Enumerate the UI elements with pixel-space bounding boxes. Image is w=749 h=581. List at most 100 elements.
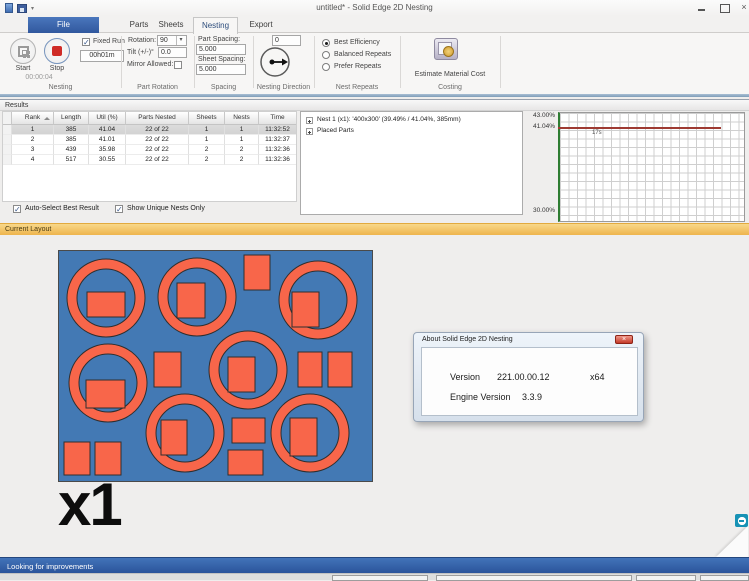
run-duration-field[interactable]: 00h01m <box>80 50 124 62</box>
cell-rank: 3 <box>12 145 54 155</box>
tab-nesting[interactable]: Nesting <box>193 17 238 34</box>
group-separator <box>253 36 254 88</box>
cell-rank: 4 <box>12 155 54 165</box>
cell-nests: 1 <box>225 135 259 145</box>
radio-prefer-repeats[interactable] <box>322 63 330 71</box>
start-button[interactable] <box>10 38 36 64</box>
cell-parts-nested: 22 of 22 <box>126 125 189 135</box>
tab-export[interactable]: Export <box>240 17 282 33</box>
nesting-direction-icon[interactable] <box>259 46 291 78</box>
cell-length: 517 <box>54 155 89 165</box>
group-label-nest-repeats: Nest Repeats <box>314 84 400 91</box>
expand-icon[interactable] <box>306 128 313 135</box>
auto-select-best-result-checkbox[interactable]: ✓ <box>13 205 21 213</box>
nesting-sheet-svg[interactable] <box>58 250 373 482</box>
tilt-field[interactable]: 0.0 <box>158 47 187 58</box>
row-selector[interactable] <box>3 125 12 135</box>
cell-length: 385 <box>54 135 89 145</box>
cell-nests: 2 <box>225 155 259 165</box>
stop-icon <box>52 46 62 56</box>
row-selector[interactable] <box>3 145 12 155</box>
col-time[interactable]: Time <box>259 112 296 125</box>
col-nests[interactable]: Nests <box>225 112 259 125</box>
fixed-run-checkbox[interactable]: ✓ <box>82 38 90 46</box>
nesting-direction-field[interactable]: 0 <box>272 35 301 46</box>
cell-length: 439 <box>54 145 89 155</box>
utilization-annotation: 17s <box>592 130 602 136</box>
col-util[interactable]: Util (%) <box>89 112 126 125</box>
group-label-nesting: Nesting <box>0 84 121 91</box>
show-unique-nests-checkbox[interactable]: ✓ <box>115 205 123 213</box>
estimate-material-cost-button[interactable]: Estimate Material Cost <box>402 71 498 78</box>
minimize-button[interactable] <box>694 2 710 13</box>
row-selector[interactable] <box>3 135 12 145</box>
rotation-label: Rotation: <box>128 37 156 44</box>
taskbar-button[interactable] <box>436 575 632 581</box>
taskbar-button[interactable] <box>700 575 749 581</box>
elapsed-time: 00:00:04 <box>8 74 70 81</box>
estimate-material-cost-icon[interactable] <box>434 38 458 60</box>
group-label-nesting-direction: Nesting Direction <box>253 84 314 91</box>
close-button[interactable]: × <box>736 2 749 13</box>
cell-util: 41.04 <box>89 125 126 135</box>
group-separator <box>194 36 195 88</box>
cell-time: 11:32:36 <box>259 155 296 165</box>
table-row[interactable]: 4 517 30.55 22 of 22 2 2 11:32:36 <box>3 155 296 165</box>
stop-button[interactable] <box>44 38 70 64</box>
balanced-repeats-label: Balanced Repeats <box>334 51 391 58</box>
version-value: 221.00.00.12 <box>497 372 550 382</box>
group-separator <box>314 36 315 88</box>
taskbar-button[interactable] <box>332 575 428 581</box>
taskbar-button[interactable] <box>636 575 696 581</box>
remote-support-icon[interactable] <box>735 514 748 527</box>
col-length[interactable]: Length <box>54 112 89 125</box>
restore-button[interactable] <box>716 2 732 13</box>
results-table[interactable]: Rank Length Util (%) Parts Nested Sheets… <box>2 111 297 202</box>
cell-time: 11:32:36 <box>259 145 296 155</box>
tree-item-placed-parts[interactable]: Placed Parts <box>306 127 354 134</box>
arch-value: x64 <box>590 372 605 382</box>
nest-tree-panel[interactable]: Nest 1 (x1): '400x300' (39.49% / 41.04%,… <box>300 111 523 215</box>
rotation-dropdown[interactable]: 90 ▾ <box>157 35 187 46</box>
tree-item-nest1[interactable]: Nest 1 (x1): '400x300' (39.49% / 41.04%,… <box>306 116 461 123</box>
window-title: untitled* - Solid Edge 2D Nesting <box>0 3 749 12</box>
group-separator <box>400 36 401 88</box>
cell-rank: 2 <box>12 135 54 145</box>
version-label: Version <box>450 372 480 382</box>
cell-util: 41.01 <box>89 135 126 145</box>
tree-item-label: Placed Parts <box>317 127 354 134</box>
about-dialog-title: About Solid Edge 2D Nesting <box>422 336 513 343</box>
expand-icon[interactable] <box>306 117 313 124</box>
mirror-allowed-checkbox[interactable] <box>174 61 182 69</box>
table-row[interactable]: 1 385 41.04 22 of 22 1 1 11:32:52 <box>3 125 296 135</box>
col-rank[interactable]: Rank <box>12 112 54 125</box>
current-layout-header: Current Layout <box>0 223 749 235</box>
y-tick-current: 41.04% <box>524 123 555 130</box>
col-sheets[interactable]: Sheets <box>189 112 225 125</box>
ribbon: Start Stop 00:00:04 ✓ Fixed Run 00h01m N… <box>0 33 749 94</box>
sheet-spacing-field[interactable]: 5.000 <box>196 64 246 75</box>
part-spacing-label: Part Spacing: <box>198 36 240 43</box>
tab-sheets[interactable]: Sheets <box>150 17 192 33</box>
cell-parts-nested: 22 of 22 <box>126 145 189 155</box>
table-row[interactable]: 2 385 41.01 22 of 22 1 1 11:32:37 <box>3 135 296 145</box>
show-unique-nests-label: Show Unique Nests Only <box>127 205 205 212</box>
about-dialog[interactable]: About Solid Edge 2D Nesting × Version 22… <box>413 332 644 422</box>
tilt-label: Tilt (+/-)° <box>127 49 154 56</box>
cell-sheets: 1 <box>189 135 225 145</box>
chevron-down-icon[interactable]: ▾ <box>176 36 185 45</box>
radio-best-efficiency[interactable] <box>322 39 330 47</box>
dialog-close-button[interactable]: × <box>615 335 633 344</box>
page-curl <box>716 526 748 557</box>
tab-file[interactable]: File <box>28 17 99 33</box>
row-selector[interactable] <box>3 155 12 165</box>
radio-balanced-repeats[interactable] <box>322 51 330 59</box>
cell-sheets: 1 <box>189 125 225 135</box>
cell-nests: 2 <box>225 145 259 155</box>
table-header-row: Rank Length Util (%) Parts Nested Sheets… <box>3 112 296 125</box>
row-selector-header <box>3 112 12 125</box>
table-row[interactable]: 3 439 35.98 22 of 22 2 2 11:32:36 <box>3 145 296 155</box>
part-spacing-field[interactable]: 5.000 <box>196 44 246 55</box>
utilization-line <box>558 127 721 129</box>
col-parts-nested[interactable]: Parts Nested <box>126 112 189 125</box>
